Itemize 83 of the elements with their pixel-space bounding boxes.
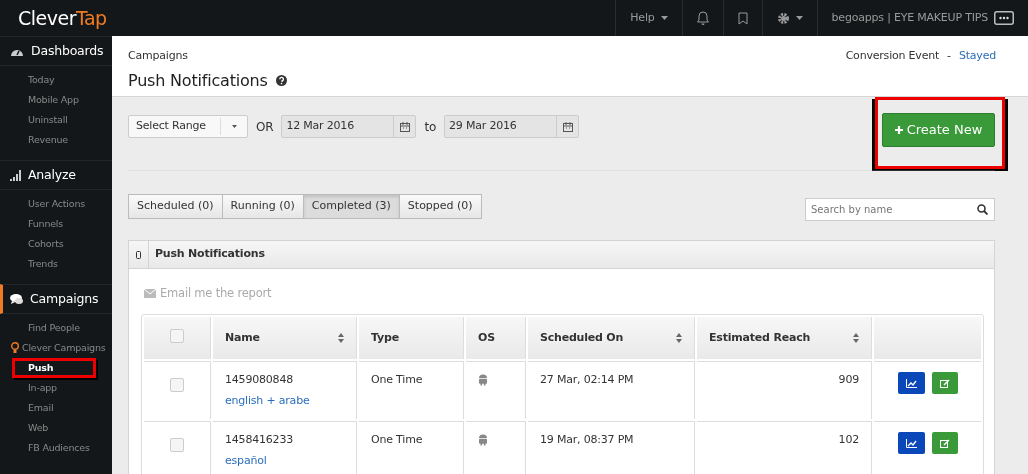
caret-icon bbox=[231, 124, 237, 128]
select-all-checkbox[interactable] bbox=[170, 328, 184, 343]
sort-icon[interactable] bbox=[338, 333, 344, 344]
logo[interactable]: CleverTap bbox=[0, 3, 112, 33]
plus-icon bbox=[894, 126, 903, 134]
bookmark-icon[interactable] bbox=[737, 11, 748, 25]
sidebar-item[interactable]: Email bbox=[28, 400, 54, 416]
chat-icon bbox=[10, 293, 23, 305]
more-icon[interactable] bbox=[994, 11, 1014, 25]
table-cell: 19 Mar, 08:37 PM bbox=[540, 433, 634, 447]
column-header[interactable]: Estimated Reach bbox=[709, 330, 811, 347]
signal-icon bbox=[10, 169, 21, 181]
section-title[interactable]: Analyze bbox=[28, 165, 76, 185]
table-cell: 909 bbox=[838, 373, 859, 387]
row-checkbox[interactable] bbox=[170, 438, 184, 453]
sidebar-item[interactable]: Cohorts bbox=[28, 236, 64, 252]
conversion-label: Conversion Event bbox=[845, 48, 940, 64]
separator-text: - bbox=[947, 48, 951, 64]
search-icon[interactable] bbox=[977, 204, 988, 215]
caret-icon bbox=[795, 16, 803, 20]
line-chart-icon bbox=[905, 438, 917, 448]
notifications-icon[interactable] bbox=[696, 11, 709, 25]
status-tab[interactable]: Completed (3) bbox=[302, 194, 400, 219]
line-chart-icon bbox=[905, 378, 917, 388]
status-tab[interactable]: Stopped (0) bbox=[398, 194, 482, 219]
date-field[interactable]: 12 Mar 2016 bbox=[281, 115, 417, 138]
section-title[interactable]: Campaigns bbox=[30, 289, 99, 309]
sidebar-item[interactable]: Uninstall bbox=[28, 112, 68, 128]
lightbulb-icon bbox=[11, 342, 19, 354]
date-field[interactable]: 29 Mar 2016 bbox=[444, 115, 580, 138]
row-checkbox[interactable] bbox=[170, 378, 184, 393]
sidebar-item[interactable]: Revenue bbox=[28, 132, 68, 148]
phone-icon bbox=[136, 250, 141, 259]
android-icon bbox=[478, 374, 488, 387]
section-title[interactable]: Dashboards bbox=[31, 41, 104, 61]
sidebar-item[interactable]: User Actions bbox=[28, 196, 85, 212]
campaign-name-link[interactable]: español bbox=[225, 452, 344, 470]
sidebar-item[interactable]: Find People bbox=[28, 320, 80, 336]
to-label: to bbox=[424, 118, 437, 136]
status-tab[interactable]: Scheduled (0) bbox=[128, 194, 223, 219]
help-icon bbox=[275, 75, 287, 86]
column-header[interactable]: Scheduled On bbox=[540, 330, 624, 347]
android-icon bbox=[478, 434, 488, 447]
column-header[interactable]: OS bbox=[478, 330, 495, 347]
breadcrumb-text[interactable]: Campaigns bbox=[128, 48, 287, 65]
or-label: OR bbox=[256, 118, 274, 136]
sidebar-item[interactable]: Trends bbox=[28, 256, 58, 272]
calendar-icon[interactable] bbox=[399, 121, 410, 132]
panel-title: Push Notifications bbox=[155, 246, 265, 263]
table-cell: One Time bbox=[371, 373, 423, 387]
sort-icon[interactable] bbox=[853, 333, 859, 344]
column-header[interactable]: Type bbox=[371, 330, 399, 347]
stats-button[interactable] bbox=[897, 372, 925, 395]
create-new-button[interactable]: Create New bbox=[882, 113, 995, 147]
sidebar-item[interactable]: Today bbox=[28, 72, 55, 88]
sidebar-item[interactable]: Clever Campaigns bbox=[22, 340, 106, 356]
table-cell: One Time bbox=[371, 433, 423, 447]
stats-button[interactable] bbox=[897, 432, 925, 455]
calendar-icon[interactable] bbox=[562, 121, 573, 132]
edit-button[interactable] bbox=[931, 372, 958, 395]
search-field[interactable]: Search by name bbox=[805, 198, 995, 221]
sidebar-item[interactable]: FB Audiences bbox=[28, 440, 90, 456]
edit-icon bbox=[939, 378, 950, 388]
account-name[interactable]: begoapps | EYE MAKEUP TIPS bbox=[831, 9, 988, 27]
sidebar-item[interactable]: Web bbox=[28, 420, 49, 436]
campaign-id: 1459080848 bbox=[225, 372, 294, 389]
table-cell: 102 bbox=[838, 433, 859, 447]
range-select[interactable]: Select Range bbox=[128, 115, 248, 138]
conversion-link[interactable]: Stayed bbox=[958, 48, 996, 96]
caret-icon bbox=[660, 16, 668, 20]
page-title: Push Notifications bbox=[128, 69, 268, 92]
campaign-id: 1458416233 bbox=[225, 432, 294, 449]
edit-button[interactable] bbox=[931, 432, 958, 455]
settings-icon[interactable] bbox=[776, 11, 790, 25]
table-cell: 27 Mar, 02:14 PM bbox=[540, 373, 634, 387]
sidebar-item[interactable]: Mobile App bbox=[28, 92, 79, 108]
sidebar-item[interactable]: Funnels bbox=[28, 216, 64, 232]
edit-icon bbox=[939, 438, 950, 448]
campaign-name-link[interactable]: english + arabe bbox=[225, 392, 344, 410]
sidebar-item[interactable]: In-app bbox=[28, 380, 57, 396]
status-tab[interactable]: Running (0) bbox=[221, 194, 304, 219]
column-header[interactable]: Name bbox=[225, 330, 260, 347]
sort-icon[interactable] bbox=[676, 333, 682, 344]
